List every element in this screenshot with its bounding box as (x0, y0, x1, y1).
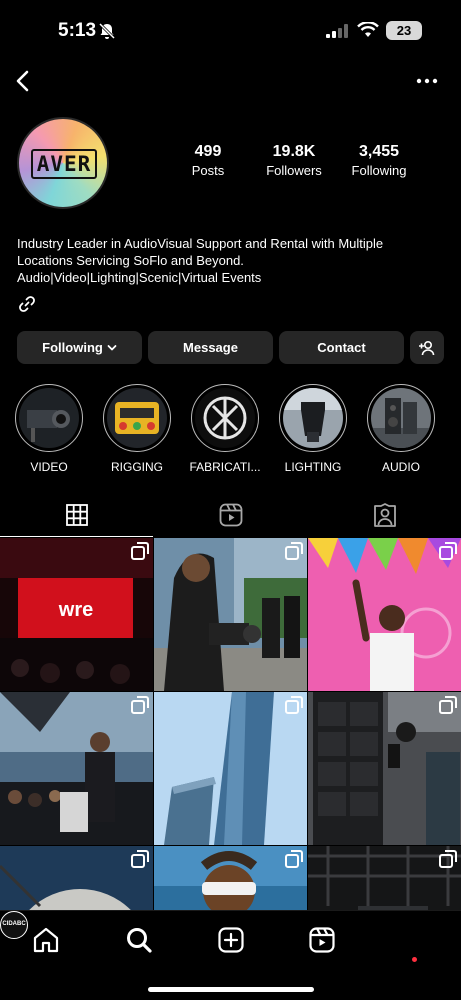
message-button-label: Message (183, 340, 238, 355)
following-count[interactable]: 3,455 Following (346, 143, 412, 178)
tab-grid[interactable] (0, 493, 153, 537)
following-label: Following (351, 163, 407, 178)
carousel-icon (131, 850, 149, 868)
highlight-label: AUDIO (381, 460, 420, 474)
post-thumbnail (0, 692, 153, 845)
post-grid: wre (0, 538, 461, 910)
carousel-icon (285, 542, 303, 560)
highlight-ring (103, 384, 171, 452)
post-tile[interactable] (154, 538, 307, 691)
post-thumbnail (308, 692, 461, 845)
carousel-icon (131, 542, 149, 560)
add-person-icon (419, 340, 435, 355)
highlight-thumbnail (371, 388, 431, 448)
highlight-ring (367, 384, 435, 452)
post-tile[interactable] (308, 538, 461, 691)
profile-avatar[interactable]: AVER (17, 117, 109, 209)
bio-line: Industry Leader in AudioVisual Support a… (17, 236, 384, 251)
post-thumbnail (154, 538, 307, 691)
posts-value: 499 (194, 143, 222, 160)
highlight-label: RIGGING (110, 460, 163, 474)
carousel-icon (439, 696, 457, 714)
home-icon[interactable] (31, 925, 61, 955)
carousel-icon (439, 850, 457, 868)
profile-content-tabs (0, 493, 461, 537)
stage-screen-text: wre (58, 599, 93, 621)
bio-line: Locations Servicing SoFlo and Beyond. (17, 253, 244, 268)
following-button[interactable]: Following (17, 331, 142, 364)
highlight-ring (191, 384, 259, 452)
bio-line: Audio|Video|Lighting|Scenic|Virtual Even… (17, 270, 262, 285)
posts-count[interactable]: 499 Posts (178, 143, 238, 178)
following-button-label: Following (42, 340, 103, 355)
post-thumbnail (308, 538, 461, 691)
followers-label: Followers (266, 163, 322, 178)
tab-tagged[interactable] (308, 493, 461, 537)
search-icon[interactable] (124, 925, 154, 955)
post-thumbnail: wre (0, 538, 153, 691)
avatar-logo: AVER (31, 149, 97, 179)
more-options-icon[interactable] (412, 70, 442, 92)
message-button[interactable]: Message (148, 331, 273, 364)
highlight-rigging[interactable]: RIGGING (97, 384, 177, 474)
highlight-audio[interactable]: AUDIO (361, 384, 441, 474)
post-tile[interactable] (154, 692, 307, 845)
carousel-icon (439, 542, 457, 560)
tab-reels[interactable] (154, 493, 307, 537)
followers-value: 19.8K (272, 143, 316, 160)
highlight-ring (15, 384, 83, 452)
carousel-icon (285, 850, 303, 868)
highlight-ring (279, 384, 347, 452)
status-time: 5:13 (58, 20, 97, 41)
highlight-label: VIDEO (30, 460, 68, 474)
post-thumbnail (154, 692, 307, 845)
profile-nav-avatar[interactable]: CIDABC (0, 911, 28, 939)
notification-dot (412, 957, 417, 962)
bell-muted-icon (98, 22, 116, 40)
battery-indicator: 23 (386, 21, 422, 40)
chevron-down-icon (107, 344, 117, 350)
highlight-label: LIGHTING (284, 460, 342, 474)
link-icon[interactable] (17, 294, 37, 314)
post-tile[interactable] (154, 846, 307, 910)
highlight-label: FABRICATI... (189, 460, 261, 474)
profile-bio: Industry Leader in AudioVisual Support a… (17, 235, 447, 286)
contact-button[interactable]: Contact (279, 331, 404, 364)
posts-label: Posts (191, 163, 225, 178)
highlight-lighting[interactable]: LIGHTING (273, 384, 353, 474)
post-tile[interactable] (0, 846, 153, 910)
bottom-navigation: CIDABC (0, 910, 461, 1000)
followers-count[interactable]: 19.8K Followers (258, 143, 330, 178)
cellular-signal-icon (326, 24, 348, 38)
home-indicator[interactable] (148, 987, 314, 992)
carousel-icon (285, 696, 303, 714)
grid-icon (65, 503, 88, 526)
post-tile[interactable]: wre (0, 538, 153, 691)
post-tile[interactable] (0, 692, 153, 845)
contact-button-label: Contact (317, 340, 366, 355)
highlight-thumbnail (283, 388, 343, 448)
carousel-icon (131, 696, 149, 714)
highlight-video[interactable]: VIDEO (9, 384, 89, 474)
wifi-icon (357, 22, 379, 37)
reels-nav-icon[interactable] (307, 925, 337, 955)
highlight-thumbnail (107, 388, 167, 448)
highlight-thumbnail (19, 388, 79, 448)
suggested-users-button[interactable] (410, 331, 444, 364)
following-value: 3,455 (358, 143, 400, 160)
tagged-person-icon (373, 503, 396, 527)
highlight-fabrication[interactable]: FABRICATI... (185, 384, 265, 474)
back-arrow-icon[interactable] (10, 66, 38, 96)
status-bar: 5:13 23 (0, 0, 461, 60)
create-post-icon[interactable] (216, 925, 246, 955)
post-tile[interactable] (308, 846, 461, 910)
post-tile[interactable] (308, 692, 461, 845)
reels-icon (219, 503, 242, 527)
highlight-thumbnail (195, 388, 255, 448)
